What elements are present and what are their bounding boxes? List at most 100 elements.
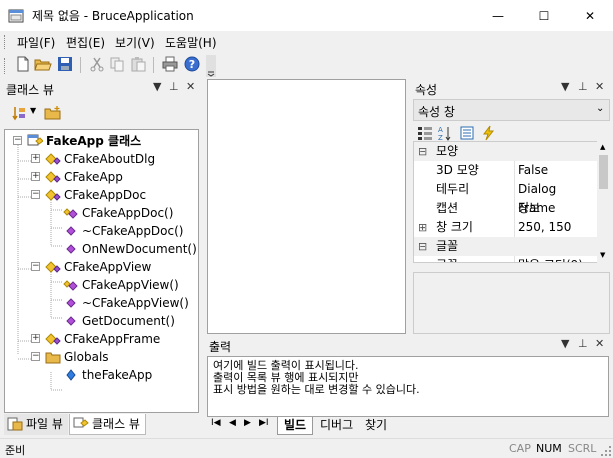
property-grid-scrollbar[interactable]: ▲ ▼ xyxy=(597,141,610,263)
collapse-icon[interactable]: − xyxy=(13,136,22,145)
property-category[interactable]: ⊟ 모양 xyxy=(414,142,597,161)
close-icon: ✕ xyxy=(584,8,596,23)
pane-menu-icon[interactable]: ▼ xyxy=(153,80,161,93)
method-icon xyxy=(63,242,77,256)
property-row[interactable]: 테두리 Dialog Frame xyxy=(414,180,597,215)
tree-node-class[interactable]: + CFakeApp xyxy=(5,168,198,186)
menu-edit[interactable]: 편집(E) xyxy=(66,34,105,51)
dropdown-arrow-icon[interactable]: ▼ xyxy=(30,106,36,115)
tab-find[interactable]: 찾기 xyxy=(359,417,393,435)
save-button[interactable] xyxy=(56,55,74,73)
properties-select-value: 속성 창 xyxy=(418,105,455,119)
property-value[interactable]: 정보 xyxy=(518,199,540,218)
copy-button[interactable] xyxy=(108,55,126,73)
tree-node-class[interactable]: + CFakeAppFrame xyxy=(5,330,198,348)
events-icon[interactable] xyxy=(481,125,497,141)
paste-button[interactable] xyxy=(129,55,147,73)
toolbar-separator xyxy=(80,57,81,73)
next-tab-icon[interactable]: ▶ xyxy=(244,418,251,428)
tree-node-class[interactable]: − CFakeAppDoc xyxy=(5,186,198,204)
categorized-icon[interactable] xyxy=(417,125,433,141)
output-text[interactable]: 여기에 빌드 출력이 표시됩니다. 출력이 목록 뷰 행에 표시되지만 표시 방… xyxy=(207,356,609,417)
class-tree: − FakeApp 클래스 + CFakeAboutDlg + CFakeApp − CFak… xyxy=(4,129,199,413)
tree-node-method[interactable]: CFakeAppDoc() xyxy=(5,204,198,222)
pane-close-icon[interactable]: ✕ xyxy=(186,80,195,93)
first-tab-icon[interactable]: I◀ xyxy=(211,418,221,428)
collapse-icon[interactable]: − xyxy=(31,262,40,271)
tree-node-class[interactable]: + CFakeAboutDlg xyxy=(5,150,198,168)
property-row[interactable]: 캡션 정보 xyxy=(414,199,597,218)
property-row[interactable]: 3D 모양 False xyxy=(414,161,597,180)
sort-icon[interactable] xyxy=(12,105,26,121)
property-column-divider[interactable] xyxy=(514,256,515,262)
property-column-divider[interactable] xyxy=(514,161,515,180)
pane-menu-icon[interactable]: ▼ xyxy=(561,337,569,350)
property-value[interactable]: 맑은 고딕(9) xyxy=(518,256,583,262)
toolbar-overflow-button[interactable] xyxy=(206,55,216,77)
tree-node-method[interactable]: CFakeAppView() xyxy=(5,276,198,294)
sort-alpha-icon[interactable]: AZ xyxy=(437,125,453,141)
expand-icon[interactable]: + xyxy=(31,334,40,343)
close-button[interactable]: ✕ xyxy=(567,0,613,31)
property-value[interactable]: 250, 150 xyxy=(518,218,571,237)
prev-tab-icon[interactable]: ◀ xyxy=(229,418,236,428)
properties-object-select[interactable]: 속성 창 ⌄ xyxy=(413,99,610,121)
open-button[interactable] xyxy=(34,55,52,73)
collapse-icon[interactable]: − xyxy=(31,352,40,361)
minimize-button[interactable]: — xyxy=(475,0,521,31)
tree-node-method[interactable]: ~CFakeAppDoc() xyxy=(5,222,198,240)
property-name: 캡션 xyxy=(436,201,459,215)
tree-node-method[interactable]: GetDocument() xyxy=(5,312,198,330)
last-tab-icon[interactable]: ▶I xyxy=(259,418,269,428)
pin-icon[interactable]: ⊥ xyxy=(578,337,588,350)
expand-icon[interactable]: + xyxy=(31,172,40,181)
menu-view[interactable]: 보기(V) xyxy=(115,34,155,51)
tree-node-class[interactable]: − CFakeAppView xyxy=(5,258,198,276)
document-area[interactable] xyxy=(207,79,406,334)
maximize-button[interactable]: ☐ xyxy=(521,0,567,31)
cut-button[interactable] xyxy=(88,55,106,73)
property-pages-icon[interactable] xyxy=(459,125,475,141)
pane-close-icon[interactable]: ✕ xyxy=(595,80,604,93)
property-value[interactable]: False xyxy=(518,161,548,180)
tab-debug[interactable]: 디버그 xyxy=(314,417,359,435)
scroll-down-icon[interactable]: ▼ xyxy=(600,251,605,259)
tab-build[interactable]: 빌드 xyxy=(277,417,314,435)
collapse-icon[interactable]: − xyxy=(31,190,40,199)
tree-node-method[interactable]: OnNewDocument() xyxy=(5,240,198,258)
scrollbar-thumb[interactable] xyxy=(599,155,608,189)
print-button[interactable] xyxy=(161,55,179,73)
expand-icon[interactable]: + xyxy=(31,154,40,163)
collapse-icon[interactable]: ⊟ xyxy=(418,142,427,161)
collapse-icon[interactable]: ⊟ xyxy=(418,237,427,256)
tree-node-folder[interactable]: − Globals xyxy=(5,348,198,366)
menu-file[interactable]: 파일(F) xyxy=(17,34,55,51)
property-row[interactable]: 글꼴 맑은 고딕(9) xyxy=(414,256,597,262)
tree-node-project[interactable]: − FakeApp 클래스 xyxy=(5,132,198,150)
tab-class-view[interactable]: 클래스 뷰 xyxy=(69,414,146,435)
pin-icon[interactable]: ⊥ xyxy=(578,80,588,93)
menubar-grip[interactable] xyxy=(4,35,7,49)
resize-grip-icon[interactable] xyxy=(600,445,612,457)
property-column-divider[interactable] xyxy=(514,218,515,237)
tree-node-method[interactable]: ~CFakeAppView() xyxy=(5,294,198,312)
property-row[interactable]: ⊞ 창 크기 250, 150 xyxy=(414,218,597,237)
pane-menu-icon[interactable]: ▼ xyxy=(561,80,569,93)
property-column-divider[interactable] xyxy=(514,180,515,199)
tab-file-view[interactable]: 파일 뷰 xyxy=(4,414,68,435)
tree-node-variable[interactable]: theFakeApp xyxy=(5,366,198,384)
scroll-up-icon[interactable]: ▲ xyxy=(600,143,605,151)
pin-icon[interactable]: ⊥ xyxy=(169,80,179,93)
new-folder-icon[interactable] xyxy=(44,105,62,121)
expand-icon[interactable]: ⊞ xyxy=(418,218,427,237)
new-button[interactable] xyxy=(14,55,32,73)
pane-close-icon[interactable]: ✕ xyxy=(595,337,604,350)
help-button[interactable]: ? xyxy=(183,55,201,73)
tab-file-view-label: 파일 뷰 xyxy=(26,417,63,431)
property-category[interactable]: ⊟ 글꼴 xyxy=(414,237,597,256)
menu-help[interactable]: 도움말(H) xyxy=(165,34,217,51)
chevron-down-icon: ⌄ xyxy=(596,103,605,114)
class-view-toolbar: ▼ xyxy=(8,103,78,125)
property-column-divider[interactable] xyxy=(514,199,515,218)
toolbar-grip[interactable] xyxy=(4,58,7,74)
